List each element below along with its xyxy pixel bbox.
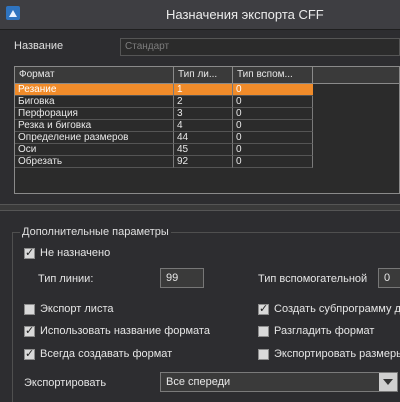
app-logo-icon <box>6 6 20 20</box>
cell-line-type: 1 <box>174 84 233 96</box>
cell-aux-type: 0 <box>233 156 313 168</box>
panel-splitter[interactable] <box>0 204 400 211</box>
line-type-label: Тип линии: <box>38 273 94 285</box>
chevron-down-icon[interactable] <box>379 373 397 391</box>
name-label: Название <box>14 40 64 52</box>
create-subprogram-checkbox[interactable] <box>258 302 269 315</box>
table-row[interactable]: Оси 45 0 <box>15 144 399 156</box>
cell-line-type: 3 <box>174 108 233 120</box>
export-label: Экспортировать <box>24 377 107 389</box>
cell-aux-type: 0 <box>233 144 313 156</box>
additional-params-legend: Дополнительные параметры <box>20 226 171 238</box>
cell-aux-type: 0 <box>233 132 313 144</box>
cell-aux-type: 0 <box>233 84 313 96</box>
table-header: Формат Тип ли... Тип вспом... <box>15 67 399 84</box>
table-row[interactable]: Обрезать 92 0 <box>15 156 399 168</box>
cell-format: Резка и биговка <box>15 120 174 132</box>
table-row[interactable]: Резание 1 0 <box>15 84 399 96</box>
column-header-line-type[interactable]: Тип ли... <box>174 67 233 83</box>
cell-format: Биговка <box>15 96 174 108</box>
export-dimensions-checkbox[interactable] <box>258 349 269 360</box>
cell-line-type: 4 <box>174 120 233 132</box>
export-sheet-checkbox[interactable] <box>24 304 35 315</box>
cell-aux-type: 0 <box>233 96 313 108</box>
cell-line-type: 2 <box>174 96 233 108</box>
column-header-aux-type[interactable]: Тип вспом... <box>233 67 313 83</box>
table-row[interactable]: Резка и биговка 4 0 <box>15 120 399 132</box>
table-row[interactable]: Перфорация 3 0 <box>15 108 399 120</box>
column-header-format[interactable]: Формат <box>15 67 174 83</box>
use-format-name-label: Использовать название формата <box>40 325 210 337</box>
table-row[interactable]: Биговка 2 0 <box>15 96 399 108</box>
table-row[interactable]: Определение размеров 44 0 <box>15 132 399 144</box>
cell-line-type: 45 <box>174 144 233 156</box>
smooth-format-label: Разгладить формат <box>274 325 375 337</box>
cell-format: Обрезать <box>15 156 174 168</box>
aux-type-input[interactable]: 0 <box>378 268 400 288</box>
cell-line-type: 92 <box>174 156 233 168</box>
cell-aux-type: 0 <box>233 120 313 132</box>
cell-line-type: 44 <box>174 132 233 144</box>
window-title: Назначения экспорта CFF <box>166 7 324 22</box>
always-create-format-checkbox[interactable] <box>24 347 35 360</box>
cell-format: Определение размеров <box>15 132 174 144</box>
smooth-format-checkbox[interactable] <box>258 326 269 337</box>
title-bar: Назначения экспорта CFF <box>0 0 400 30</box>
export-dimensions-label: Экспортировать размеры <box>274 348 400 360</box>
use-format-name-checkbox[interactable] <box>24 324 35 337</box>
export-select-value: Все спереди <box>166 376 231 388</box>
not-assigned-label: Не назначено <box>40 247 111 259</box>
cell-format: Перфорация <box>15 108 174 120</box>
always-create-format-label: Всегда создавать формат <box>40 348 173 360</box>
export-select[interactable]: Все спереди <box>160 372 398 392</box>
cell-format: Резание <box>15 84 174 96</box>
formats-table[interactable]: Формат Тип ли... Тип вспом... Резание 1 … <box>14 66 400 194</box>
line-type-input[interactable]: 99 <box>160 268 204 288</box>
cell-aux-type: 0 <box>233 108 313 120</box>
export-sheet-label: Экспорт листа <box>40 303 114 315</box>
not-assigned-checkbox[interactable] <box>24 246 35 259</box>
cell-format: Оси <box>15 144 174 156</box>
name-field[interactable]: Стандарт <box>120 38 400 56</box>
aux-type-label: Тип вспомогательной <box>258 273 368 285</box>
create-subprogram-label: Создать субпрограмму д <box>274 303 400 315</box>
